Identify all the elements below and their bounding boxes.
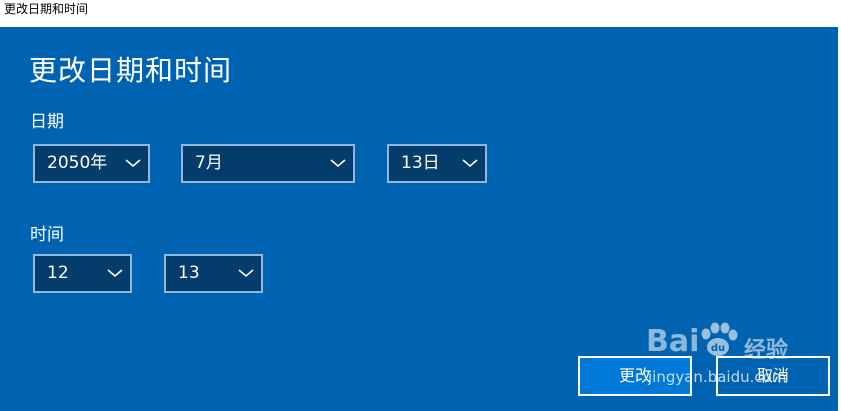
- chevron-down-icon: [238, 269, 254, 278]
- year-dropdown[interactable]: 2050年: [33, 144, 150, 183]
- change-button[interactable]: 更改: [578, 356, 692, 396]
- time-label: 时间: [30, 225, 64, 245]
- cancel-button[interactable]: 取消: [716, 356, 830, 396]
- dialog-heading: 更改日期和时间: [29, 54, 233, 87]
- year-value: 2050年: [47, 153, 108, 173]
- dialog-bottom-edge: [0, 407, 838, 411]
- chevron-down-icon: [125, 159, 141, 168]
- chevron-down-icon: [330, 159, 346, 168]
- hour-dropdown[interactable]: 12: [33, 254, 132, 293]
- minute-dropdown[interactable]: 13: [164, 254, 263, 293]
- window-title: 更改日期和时间: [4, 2, 89, 16]
- chevron-down-icon: [462, 159, 478, 168]
- month-value: 7月: [195, 153, 223, 173]
- day-dropdown[interactable]: 13日: [387, 144, 487, 183]
- month-dropdown[interactable]: 7月: [181, 144, 355, 183]
- hour-value: 12: [47, 263, 69, 283]
- date-label: 日期: [30, 112, 64, 132]
- chevron-down-icon: [107, 269, 123, 278]
- title-bar: 更改日期和时间: [0, 0, 841, 27]
- day-value: 13日: [401, 153, 440, 173]
- minute-value: 13: [178, 263, 200, 283]
